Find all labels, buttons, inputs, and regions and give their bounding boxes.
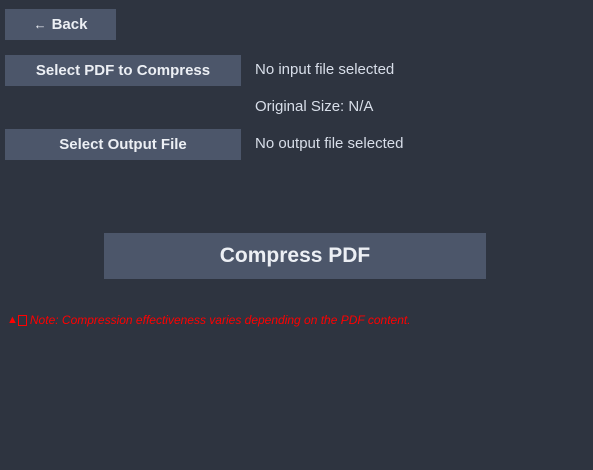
back-button[interactable]: ← Back [5,9,116,40]
select-output-button-label: Select Output File [59,136,187,153]
back-arrow-icon: ← [33,17,47,32]
missing-glyph-icon [17,314,27,326]
warning-icon: ▲ [7,314,18,326]
compress-pdf-button[interactable]: Compress PDF [104,233,486,279]
select-pdf-button[interactable]: Select PDF to Compress [5,55,241,86]
select-pdf-button-label: Select PDF to Compress [35,62,211,79]
compress-pdf-button-label: Compress PDF [219,244,371,267]
input-file-status: No input file selected [255,61,395,78]
note-text: Note: Compression effectiveness varies d… [29,313,411,327]
compression-note: ▲ Note: Compression effectiveness varies… [7,313,411,327]
back-button-label: Back [51,16,88,33]
output-file-status: No output file selected [255,135,404,152]
pdf-compress-window: ← Back Select PDF to Compress No input f… [0,0,593,470]
select-output-button[interactable]: Select Output File [5,129,241,160]
original-size-label: Original Size: N/A [255,98,374,115]
